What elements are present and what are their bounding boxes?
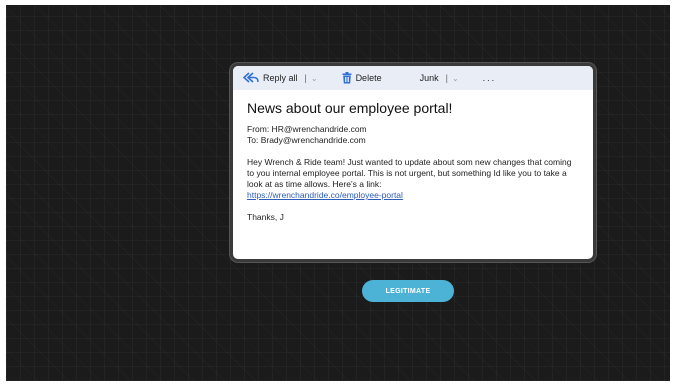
email-body: News about our employee portal! From: HR…: [233, 90, 593, 223]
delete-label: Delete: [355, 73, 382, 83]
delete-button[interactable]: Delete: [342, 72, 382, 84]
email-message-text: Hey Wrench & Ride team! Just wanted to u…: [247, 157, 572, 189]
email-toolbar: Reply all | ⌄ Delete Junk | ⌄ ...: [233, 66, 593, 90]
email-window: Reply all | ⌄ Delete Junk | ⌄ ... News a…: [230, 63, 596, 262]
email-to: To: Brady@wrenchandride.com: [247, 135, 366, 145]
toolbar-separator: |: [304, 73, 307, 83]
more-options-icon: ...: [482, 73, 497, 83]
email-from: From: HR@wrenchandride.com: [247, 124, 367, 134]
legitimate-button[interactable]: LEGITIMATE: [362, 280, 454, 302]
legitimate-button-label: LEGITIMATE: [385, 287, 431, 295]
toolbar-separator: |: [445, 73, 448, 83]
trash-icon: [342, 72, 352, 84]
junk-label: Junk: [419, 73, 439, 83]
junk-button[interactable]: Junk | ⌄: [420, 73, 459, 83]
reply-all-label: Reply all: [263, 73, 298, 83]
email-message: Hey Wrench & Ride team! Just wanted to u…: [247, 157, 579, 201]
reply-all-icon: [243, 72, 259, 84]
chevron-down-icon[interactable]: ⌄: [452, 74, 459, 83]
email-signoff: Thanks, J: [247, 212, 284, 222]
reply-all-button[interactable]: Reply all | ⌄: [243, 72, 318, 84]
email-subject: News about our employee portal!: [247, 100, 453, 116]
email-link[interactable]: https://wrenchandride.co/employee-portal: [247, 190, 403, 200]
game-background: Reply all | ⌄ Delete Junk | ⌄ ... News a…: [6, 5, 670, 381]
more-options-button[interactable]: ...: [483, 73, 497, 83]
chevron-down-icon[interactable]: ⌄: [311, 74, 318, 83]
